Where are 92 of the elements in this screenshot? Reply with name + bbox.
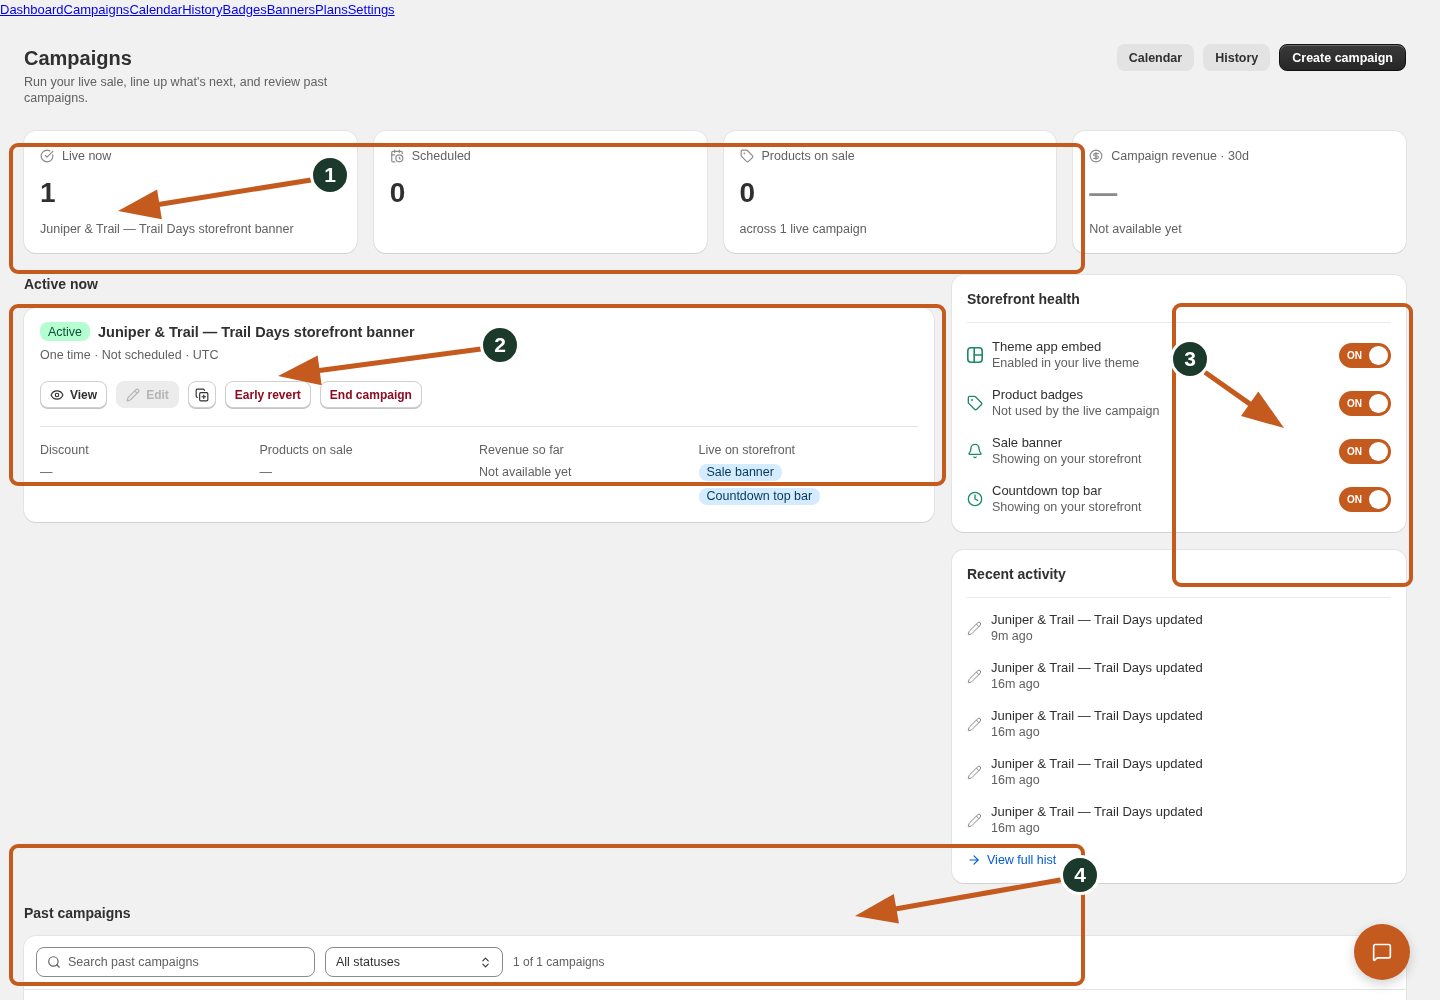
detail-value: — — [40, 464, 53, 481]
nav-link[interactable]: Plans — [315, 1, 348, 19]
stat-label: Products on sale — [761, 149, 855, 163]
health-title: Product badges — [992, 386, 1084, 403]
pencil-icon — [967, 620, 982, 636]
chat-bubble-icon — [1372, 942, 1392, 962]
nav-link[interactable]: Settings — [347, 1, 395, 19]
activity-title: Juniper & Trail — Trail Days updated — [991, 611, 1203, 628]
secondary-button[interactable]: History — [1203, 44, 1271, 71]
bell-icon — [967, 443, 983, 459]
arrow-right-icon — [967, 853, 981, 867]
health-subtitle: Showing on your storefront — [992, 499, 1142, 516]
end-campaign-button[interactable]: End campaign — [319, 381, 422, 408]
stat-caption: Not available yet — [1089, 221, 1182, 238]
pencil-icon — [967, 812, 982, 828]
search-field[interactable]: Search past campaigns — [36, 947, 315, 977]
chat-button[interactable] — [1354, 924, 1410, 980]
view-history-link[interactable]: View full hist — [967, 852, 1057, 868]
activity-time: 16m ago — [991, 772, 1040, 789]
chevrons-up-down-icon — [479, 955, 492, 969]
activity-title: Juniper & Trail — Trail Days updated — [991, 659, 1203, 676]
stat-label: Live now — [62, 149, 112, 163]
detail-label: Revenue so far — [479, 442, 564, 458]
result-count: 1 of 1 campaigns — [513, 955, 605, 969]
tag-icon — [967, 395, 983, 411]
health-subtitle: Showing on your storefront — [992, 451, 1142, 468]
storefront-tag: Sale banner — [698, 464, 782, 481]
layout-icon — [967, 347, 983, 363]
storefront-tag: Countdown top bar — [698, 488, 821, 505]
campaign-title: Juniper & Trail — Trail Days storefront banner — [98, 323, 415, 340]
activity-time: 16m ago — [991, 820, 1040, 837]
search-icon — [47, 955, 61, 969]
section-heading: Past campaigns — [24, 904, 131, 921]
status-select[interactable]: All statuses — [325, 947, 503, 977]
stat-value: 0 — [739, 176, 756, 210]
health-title: Sale banner — [992, 434, 1063, 451]
pencil-icon — [967, 764, 982, 780]
pencil-icon — [967, 716, 982, 732]
card-title: Recent activity — [967, 566, 1066, 582]
detail-label: Discount — [40, 442, 89, 458]
health-subtitle: Enabled in your live theme — [992, 355, 1140, 372]
step-number-badge: 4 — [1060, 855, 1100, 895]
view-button[interactable]: View — [40, 381, 108, 408]
card-title: Storefront health — [967, 291, 1080, 307]
toggle-switch[interactable]: ON — [1339, 438, 1391, 464]
nav-link[interactable]: Badges — [222, 1, 267, 19]
toggle-switch[interactable]: ON — [1339, 486, 1391, 512]
stat-caption: across 1 live campaign — [739, 221, 867, 238]
nav-link[interactable]: Dashboard — [0, 1, 64, 19]
primary-button[interactable]: Create campaign — [1279, 44, 1406, 71]
page-title: Campaigns — [24, 46, 132, 71]
pencil-icon — [967, 668, 982, 684]
activity-title: Juniper & Trail — Trail Days updated — [991, 707, 1203, 724]
stat-value: — — [1089, 176, 1118, 210]
eye-icon — [50, 387, 64, 402]
copy-plus-icon — [194, 387, 209, 402]
activity-time: 16m ago — [991, 724, 1040, 741]
nav-link[interactable]: Campaigns — [63, 1, 130, 19]
health-subtitle: Not used by the live campaign — [992, 403, 1160, 420]
check-circle-icon — [40, 149, 54, 163]
tag-icon — [739, 149, 754, 163]
stat-caption: Juniper & Trail — Trail Days storefront banner — [40, 221, 294, 238]
stat-label: Campaign revenue · 30d — [1111, 149, 1249, 163]
detail-value: Not available yet — [479, 464, 572, 481]
calendar-clock-icon — [389, 149, 404, 163]
health-title: Theme app embed — [992, 338, 1102, 355]
health-title: Countdown top bar — [992, 482, 1102, 499]
nav-link[interactable]: Calendar — [129, 1, 183, 19]
nav-link[interactable]: Banners — [266, 1, 316, 19]
detail-label: Products on sale — [259, 442, 353, 458]
stat-label: Scheduled — [411, 149, 471, 163]
campaign-meta: One time · Not scheduled · UTC — [40, 347, 219, 363]
clock-icon — [967, 491, 983, 507]
activity-title: Juniper & Trail — Trail Days updated — [991, 755, 1203, 772]
activity-title: Juniper & Trail — Trail Days updated — [991, 803, 1203, 820]
detail-value: — — [259, 464, 272, 481]
stat-value: 1 — [40, 176, 56, 210]
stat-value: 0 — [389, 176, 406, 210]
page-subtitle: Run your live sale, line up what's next, and review past campaigns. — [24, 74, 329, 106]
secondary-button[interactable]: Calendar — [1116, 44, 1195, 71]
pencil-icon — [126, 387, 141, 402]
detail-label: Live on storefront — [698, 442, 796, 458]
activity-time: 9m ago — [991, 628, 1033, 645]
status-badge: Active — [40, 322, 91, 341]
nav-link[interactable]: History — [182, 1, 223, 19]
duplicate-button[interactable] — [187, 381, 216, 408]
toggle-switch[interactable]: ON — [1339, 342, 1391, 368]
early-revert-button[interactable]: Early revert — [224, 381, 311, 408]
dollar-circle-icon — [1089, 149, 1104, 163]
activity-time: 16m ago — [991, 676, 1040, 693]
toggle-switch[interactable]: ON — [1339, 390, 1391, 416]
section-heading: Active now — [24, 275, 98, 292]
